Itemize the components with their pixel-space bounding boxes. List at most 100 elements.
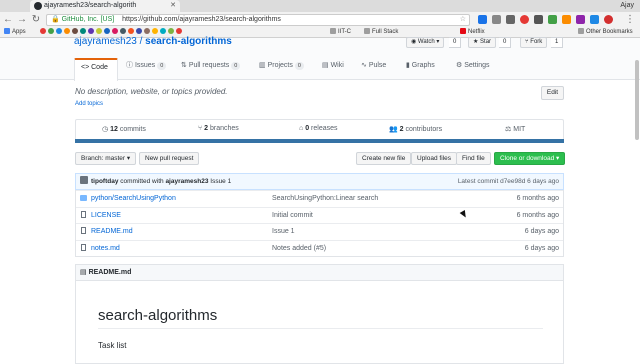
apps-grid-icon (4, 28, 10, 34)
bookmark-favicon-icon (144, 28, 150, 34)
tab-projects[interactable]: ▥ Projects 0 (259, 58, 304, 80)
extension-icon[interactable] (478, 15, 487, 24)
extension-icon[interactable] (548, 15, 557, 24)
extension-icon[interactable] (506, 15, 515, 24)
watch-button[interactable]: ◉ Watch ▾ (406, 37, 445, 48)
bookmark-favicon-icon (96, 28, 102, 34)
branch-select-label: Branch: master (81, 155, 126, 162)
tab-wiki[interactable]: ▤ Wiki (322, 58, 344, 80)
browser-tabstrip: ajayramesh23/search-algorith ✕ Ajay (0, 0, 640, 12)
commit-message-link[interactable]: Issue 1 (210, 178, 231, 185)
reload-icon[interactable]: ↻ (30, 13, 42, 27)
file-name-link[interactable]: README.md (91, 224, 133, 239)
back-arrow-icon[interactable]: ← (2, 13, 14, 27)
create-new-file-button[interactable]: Create new file (356, 152, 412, 165)
fork-count[interactable]: 1 (551, 37, 564, 48)
star-count[interactable]: 0 (499, 37, 512, 48)
tab-code[interactable]: <> Code (74, 58, 118, 81)
tab-graphs[interactable]: ▮ Graphs (406, 58, 435, 80)
bookmark-netflix[interactable]: Netflix (460, 28, 485, 37)
bookmark-apps[interactable]: Apps (4, 28, 26, 37)
avatar[interactable] (80, 176, 88, 184)
star-button[interactable]: ★ Star (468, 37, 497, 48)
browser-tab[interactable]: ajayramesh23/search-algorith ✕ (30, 0, 180, 12)
commit-message-link[interactable]: Initial commit (272, 208, 313, 223)
readme-subtitle: Task list (98, 341, 127, 350)
new-pull-request-button[interactable]: New pull request (139, 152, 200, 165)
find-file-button[interactable]: Find file (456, 152, 491, 165)
fork-button[interactable]: ⑂ Fork (520, 37, 548, 48)
tab-counter: 0 (231, 62, 241, 70)
tab-pull-requests[interactable]: ⇅ Pull requests 0 (181, 58, 241, 80)
tab-pulse[interactable]: ∿ Pulse (361, 58, 386, 80)
commit-message-link[interactable]: Notes added (#5) (272, 241, 326, 256)
file-name-link[interactable]: notes.md (91, 241, 120, 256)
releases-count: 0 (305, 125, 310, 132)
tab-label: Code (91, 64, 108, 71)
table-row: notes.md Notes added (#5) 6 days ago (76, 239, 563, 257)
bookmark-label: IIT-C (338, 29, 351, 35)
extension-icon[interactable] (492, 15, 501, 24)
watch-count[interactable]: 0 (449, 37, 462, 48)
commit-message-link[interactable]: Issue 1 (272, 224, 295, 239)
browser-profile-name[interactable]: Ajay (620, 0, 634, 12)
bookmark-favicon-icon (176, 28, 182, 34)
bookmark-star-icon[interactable]: ☆ (460, 15, 466, 25)
bookmark-iitc[interactable]: IIT-C (330, 28, 351, 37)
branches-link[interactable]: ⑂ 2 branches (198, 125, 239, 132)
menu-kebab-icon[interactable]: ⋮ (624, 13, 636, 27)
commit-age: 6 days ago (524, 228, 559, 236)
contributors-link[interactable]: 👥 2 contributors (389, 125, 442, 133)
upload-files-button[interactable]: Upload files (411, 152, 457, 165)
language-bar[interactable] (75, 139, 564, 143)
file-name-link[interactable]: python/SearchUsingPython (91, 191, 176, 206)
close-tab-icon[interactable]: ✕ (170, 0, 176, 12)
folder-icon (80, 195, 87, 201)
edit-button[interactable]: Edit (541, 86, 564, 100)
bookmark-favicon-icon (48, 28, 54, 34)
bookmark-full-stack[interactable]: Full Stack (364, 28, 398, 37)
browser-toolbar: ← → ↻ 🔒 GitHub, Inc. [US] https://github… (0, 12, 640, 28)
extension-icon[interactable] (590, 15, 599, 24)
star-label: Star (480, 39, 492, 45)
commit-message-link[interactable]: SearchUsingPython:Linear search (272, 191, 378, 206)
commit-author-link[interactable]: tipoftday (91, 178, 118, 185)
caret-down-icon: ▾ (126, 155, 131, 162)
bookmark-other[interactable]: Other Bookmarks (578, 28, 633, 37)
releases-link[interactable]: ⌂ 0 releases (299, 125, 338, 132)
clone-download-label: Clone or download (500, 155, 555, 162)
tab-label: Wiki (330, 62, 344, 69)
clone-download-button[interactable]: Clone or download ▾ (494, 152, 566, 165)
file-name-link[interactable]: LICENSE (91, 208, 121, 223)
star-icon: ★ (473, 39, 481, 45)
history-icon: ◷ (102, 126, 111, 133)
forward-arrow-icon[interactable]: → (16, 13, 28, 27)
scrollbar[interactable] (635, 60, 639, 140)
extension-icon[interactable] (534, 15, 543, 24)
bookmark-favicon-icon (88, 28, 94, 34)
extension-icon[interactable] (604, 15, 613, 24)
bookmark-favicon-icon (168, 28, 174, 34)
tab-counter: 0 (294, 62, 304, 70)
bookmark-favicon-icon (152, 28, 158, 34)
caret-down-icon: ▾ (556, 155, 560, 162)
license-link[interactable]: ⚖ MIT (505, 125, 525, 133)
readme-divider (98, 328, 543, 329)
extension-icon[interactable] (576, 15, 585, 24)
latest-commit-info[interactable]: Latest commit d7ee98d 6 days ago (458, 174, 559, 189)
branch-select[interactable]: Branch: master ▾ (75, 152, 137, 165)
tab-issues[interactable]: ⓘ Issues 0 (126, 58, 167, 80)
tab-label: Pulse (368, 62, 387, 69)
extension-icon[interactable] (520, 15, 529, 24)
add-topics-link[interactable]: Add topics (75, 101, 103, 107)
committer-link[interactable]: ajayramesh23 (165, 178, 208, 185)
people-icon: 👥 (389, 126, 400, 133)
commits-link[interactable]: ◷ 12 commits (102, 125, 146, 133)
repo-owner-link[interactable]: ajayramesh23 (74, 36, 137, 47)
tab-settings[interactable]: ⚙ Settings (456, 58, 490, 80)
bookmark-favicon-icon (136, 28, 142, 34)
repo-name-link[interactable]: search-algorithms (145, 36, 232, 47)
extension-icon[interactable] (562, 15, 571, 24)
code-icon: <> (81, 64, 92, 71)
address-bar[interactable]: 🔒 GitHub, Inc. [US] https://github.com/a… (46, 14, 470, 26)
